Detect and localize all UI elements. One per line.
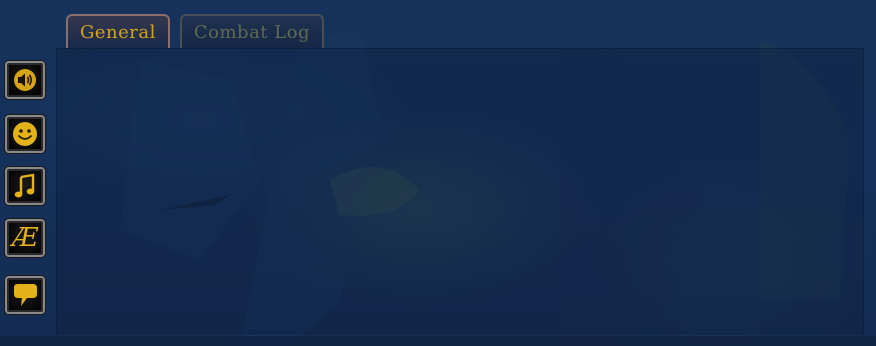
tab-general-label: General [80,21,156,43]
music-note-icon [14,173,35,198]
smiley-icon [13,122,37,146]
speech-bubble-icon [14,284,37,306]
voice-chat-button[interactable] [5,61,45,99]
language-ae-icon: Æ [11,223,39,253]
language-button[interactable]: Æ [5,219,45,257]
chat-tab-bar: General Combat Log [66,14,325,48]
music-button[interactable] [5,167,45,205]
bottom-strip [0,336,876,346]
tab-combat-log[interactable]: Combat Log [179,14,325,48]
chat-message-frame[interactable] [56,48,864,334]
emote-button[interactable] [5,115,45,153]
chat-menu-button[interactable] [5,276,45,314]
speaker-icon [14,69,36,91]
tab-combat-log-label: Combat Log [193,21,311,43]
tab-general[interactable]: General [66,14,170,48]
